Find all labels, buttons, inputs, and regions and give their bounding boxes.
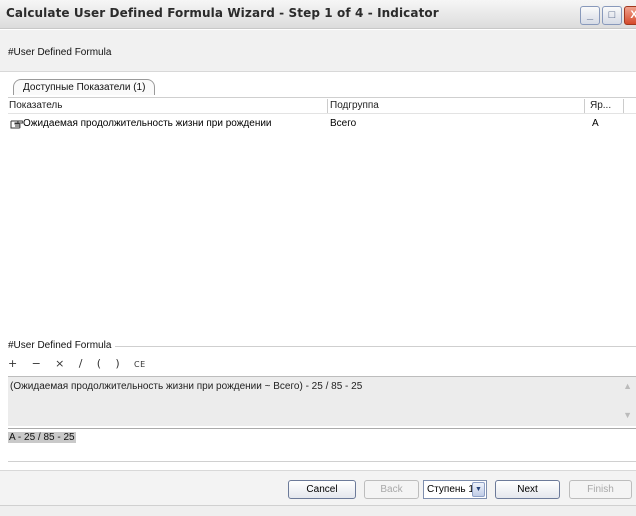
section-divider [98, 346, 636, 347]
step-select[interactable]: Ступень 1 ▼ [423, 480, 487, 499]
grid-header: Показатель Подгруппа Яр... [8, 98, 636, 114]
cancel-button[interactable]: Cancel [288, 480, 356, 499]
column-header-short[interactable]: Яр... [590, 100, 620, 111]
close-paren-button[interactable]: ) [115, 357, 119, 370]
wizard-header: #User Defined Formula [0, 30, 636, 72]
indicator-grid: Показатель Подгруппа Яр... Ожидаемая про… [8, 97, 636, 340]
back-button[interactable]: Back [364, 480, 419, 499]
chevron-down-icon[interactable]: ▼ [472, 482, 485, 497]
formula-expression-text: (Ожидаемая продолжительность жизни при р… [10, 381, 363, 392]
header-title: #User Defined Formula [8, 47, 112, 58]
minus-operator-button[interactable]: − [32, 357, 41, 370]
finish-button[interactable]: Finish [569, 480, 632, 499]
indicator-cell: Ожидаемая продолжительность жизни при ро… [23, 118, 272, 129]
scroll-up-icon[interactable]: ▲ [623, 381, 632, 391]
minimize-button[interactable]: _ [580, 6, 600, 25]
column-divider[interactable] [623, 99, 624, 113]
column-header-subgroup[interactable]: Подгруппа [330, 100, 580, 111]
open-paren-button[interactable]: ( [97, 357, 101, 370]
short-formula-field[interactable]: A - 25 / 85 - 25 [8, 428, 636, 462]
column-header-indicator[interactable]: Показатель [9, 100, 309, 111]
column-divider[interactable] [584, 99, 585, 113]
hand-pointer-icon [10, 120, 23, 129]
plus-operator-button[interactable]: + [8, 357, 17, 370]
clear-entry-button[interactable]: CE [134, 360, 146, 369]
status-strip [0, 505, 636, 516]
multiply-operator-button[interactable]: × [55, 357, 64, 370]
divide-operator-button[interactable]: / [79, 357, 83, 370]
step-select-value: Ступень 1 [427, 484, 474, 495]
short-name-cell: A [592, 118, 599, 129]
subgroup-cell: Всего [330, 118, 357, 129]
tab-available-indicators[interactable]: Доступные Показатели (1) [13, 79, 156, 95]
formula-expression-field[interactable]: (Ожидаемая продолжительность жизни при р… [8, 376, 636, 426]
table-row[interactable]: Ожидаемая продолжительность жизни при ро… [8, 116, 636, 131]
formula-section-title: #User Defined Formula [8, 340, 116, 351]
operator-toolbar: + − × / ( ) CE [8, 356, 157, 372]
short-formula-text: A - 25 / 85 - 25 [8, 432, 76, 443]
maximize-button[interactable]: □ [602, 6, 622, 25]
close-button[interactable]: X [624, 6, 636, 25]
scroll-down-icon[interactable]: ▼ [623, 410, 632, 420]
wizard-footer: Cancel Back Ступень 1 ▼ Next Finish [0, 470, 636, 516]
column-divider[interactable] [327, 99, 328, 113]
window-title: Calculate User Defined Formula Wizard - … [6, 6, 439, 20]
next-button[interactable]: Next [495, 480, 560, 499]
title-bar: Calculate User Defined Formula Wizard - … [0, 0, 636, 29]
